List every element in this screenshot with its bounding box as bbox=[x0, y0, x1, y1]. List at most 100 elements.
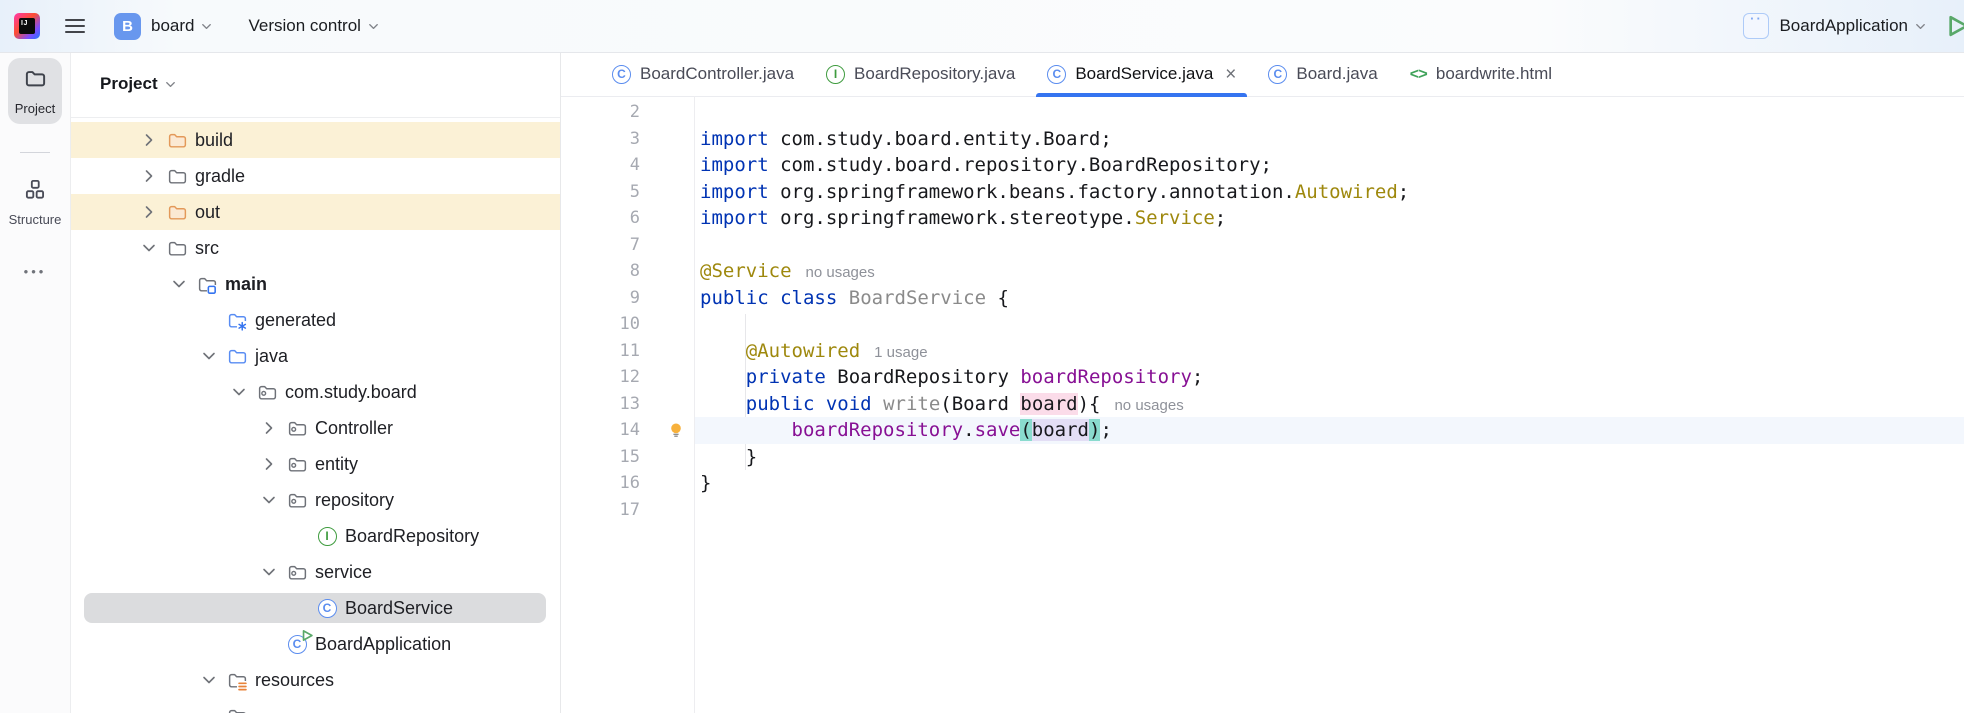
tab-close-icon[interactable]: × bbox=[1225, 65, 1236, 84]
line-number[interactable]: 10 bbox=[560, 311, 640, 338]
line-number[interactable]: 11 bbox=[560, 338, 640, 365]
activity-bar: Project Structure ••• bbox=[0, 52, 71, 713]
chevron-down-icon[interactable] bbox=[163, 77, 178, 92]
line-number[interactable]: 5 bbox=[560, 179, 640, 206]
intention-bulb-icon[interactable] bbox=[668, 422, 684, 443]
folder-orange-icon bbox=[166, 129, 188, 151]
code-line-12[interactable]: 12 private BoardRepository boardReposito… bbox=[560, 364, 1964, 391]
tree-item-label: build bbox=[195, 130, 234, 150]
tab-BoardService.java[interactable]: C BoardService.java × bbox=[1031, 52, 1252, 97]
line-number[interactable]: 9 bbox=[560, 285, 640, 312]
vcs-menu[interactable]: Version control bbox=[248, 16, 380, 36]
tree-item-Controller[interactable]: Controller bbox=[70, 410, 560, 446]
tab-BoardRepository.java[interactable]: I BoardRepository.java bbox=[810, 52, 1031, 96]
line-number[interactable]: 16 bbox=[560, 470, 640, 497]
line-number[interactable]: 8 bbox=[560, 258, 640, 285]
line-number[interactable]: 14 bbox=[560, 417, 640, 444]
code-line-15[interactable]: 15 } bbox=[560, 444, 1964, 471]
code-text: @Service no usages bbox=[700, 260, 875, 282]
code-line-17[interactable]: 17 bbox=[560, 497, 1964, 524]
tab-Board.java[interactable]: C Board.java bbox=[1252, 52, 1393, 96]
vcs-menu-label: Version control bbox=[248, 16, 361, 35]
tree-item-resources[interactable]: resources bbox=[70, 662, 560, 698]
usage-inlay-hint[interactable]: 1 usage bbox=[874, 344, 927, 361]
code-text: import org.springframework.beans.factory… bbox=[700, 181, 1410, 203]
more-tool-windows-icon[interactable]: ••• bbox=[0, 264, 70, 279]
code-line-4[interactable]: 4 import com.study.board.repository.Board… bbox=[560, 152, 1964, 179]
usage-inlay-hint[interactable]: no usages bbox=[1114, 397, 1183, 414]
project-panel-header[interactable]: Project bbox=[100, 52, 178, 116]
tree-item-partial[interactable] bbox=[70, 698, 560, 713]
tree-item-BoardApplication[interactable]: C BoardApplication bbox=[70, 626, 560, 662]
tree-item-out[interactable]: out bbox=[70, 194, 560, 230]
tree-item-src[interactable]: src bbox=[70, 230, 560, 266]
code-text: @Autowired 1 usage bbox=[745, 340, 928, 362]
code-line-14[interactable]: 14 boardRepository.save(board); bbox=[560, 417, 1964, 444]
tree-item-label: main bbox=[225, 274, 268, 294]
sidebar-item-structure[interactable]: Structure bbox=[8, 178, 62, 227]
tree-chevron-down-icon[interactable] bbox=[259, 562, 279, 582]
project-badge-icon[interactable]: B bbox=[114, 12, 141, 40]
tab-boardwrite.html[interactable]: <> boardwrite.html bbox=[1394, 52, 1568, 96]
tree-item-service[interactable]: service bbox=[70, 554, 560, 590]
sidebar-item-project[interactable]: Project bbox=[8, 58, 62, 124]
code-line-5[interactable]: 5 import org.springframework.beans.factor… bbox=[560, 179, 1964, 206]
tree-chevron-down-icon[interactable] bbox=[199, 670, 219, 690]
code-line-7[interactable]: 7 bbox=[560, 232, 1964, 259]
folder-gray-icon bbox=[166, 237, 188, 259]
line-number[interactable]: 6 bbox=[560, 205, 640, 232]
main-toolbar: IJ B board Version control ·· BoardAppli… bbox=[0, 0, 1964, 53]
tree-item-build[interactable]: build bbox=[70, 122, 560, 158]
line-number[interactable]: 3 bbox=[560, 126, 640, 153]
tree-chevron-right-icon[interactable] bbox=[139, 166, 159, 186]
code-line-9[interactable]: 9 public class BoardService { bbox=[560, 285, 1964, 312]
project-tree: build gradle out src main generated java com.st… bbox=[70, 52, 560, 713]
tree-chevron-right-icon[interactable] bbox=[139, 202, 159, 222]
line-number[interactable]: 2 bbox=[560, 99, 640, 126]
main-menu-hamburger-icon[interactable] bbox=[59, 13, 91, 39]
code-line-16[interactable]: 16} bbox=[560, 470, 1964, 497]
tree-chevron-down-icon[interactable] bbox=[229, 382, 249, 402]
chevron-down-icon[interactable] bbox=[1913, 19, 1928, 34]
tree-chevron-right-icon[interactable] bbox=[259, 418, 279, 438]
tree-chevron-down-icon[interactable] bbox=[169, 274, 189, 294]
tree-item-com.study.board[interactable]: com.study.board bbox=[70, 374, 560, 410]
code-editor[interactable]: 2 3 import com.study.board.entity.Board; 4 i… bbox=[560, 96, 1964, 713]
line-number[interactable]: 12 bbox=[560, 364, 640, 391]
tree-chevron-down-icon[interactable] bbox=[139, 238, 159, 258]
line-number[interactable]: 13 bbox=[560, 391, 640, 418]
chevron-down-icon[interactable] bbox=[199, 19, 214, 34]
project-name[interactable]: board bbox=[151, 16, 194, 36]
folder-gray-icon bbox=[166, 165, 188, 187]
usage-inlay-hint[interactable]: no usages bbox=[806, 264, 875, 281]
tree-item-main[interactable]: main bbox=[70, 266, 560, 302]
tree-item-entity[interactable]: entity bbox=[70, 446, 560, 482]
line-number[interactable]: 15 bbox=[560, 444, 640, 471]
tree-item-java[interactable]: java bbox=[70, 338, 560, 374]
code-line-3[interactable]: 3 import com.study.board.entity.Board; bbox=[560, 126, 1964, 153]
line-number[interactable]: 17 bbox=[560, 497, 640, 524]
run-configuration-widget[interactable]: ·· BoardApplication bbox=[1743, 11, 1964, 39]
tree-item-BoardService[interactable]: C BoardService bbox=[70, 590, 560, 626]
code-line-11[interactable]: 11 @Autowired 1 usage bbox=[560, 338, 1964, 365]
tree-chevron-right-icon[interactable] bbox=[259, 454, 279, 474]
code-text: boardRepository.save(board); bbox=[791, 419, 1112, 441]
code-line-6[interactable]: 6 import org.springframework.stereotype.S… bbox=[560, 205, 1964, 232]
tree-item-generated[interactable]: generated bbox=[70, 302, 560, 338]
tab-BoardController.java[interactable]: C BoardController.java bbox=[596, 52, 810, 96]
tree-item-repository[interactable]: repository bbox=[70, 482, 560, 518]
code-line-8[interactable]: 8 @Service no usages bbox=[560, 258, 1964, 285]
line-number[interactable]: 7 bbox=[560, 232, 640, 259]
tree-item-gradle[interactable]: gradle bbox=[70, 158, 560, 194]
run-config-name[interactable]: BoardApplication bbox=[1779, 16, 1908, 36]
tree-chevron-down-icon[interactable] bbox=[259, 490, 279, 510]
code-line-10[interactable]: 10 bbox=[560, 311, 1964, 338]
tree-chevron-right-icon[interactable] bbox=[139, 130, 159, 150]
tree-chevron-down-icon[interactable] bbox=[199, 346, 219, 366]
tab-label: Board.java bbox=[1296, 64, 1378, 83]
line-number[interactable]: 4 bbox=[560, 152, 640, 179]
code-line-2[interactable]: 2 bbox=[560, 99, 1964, 126]
code-line-13[interactable]: 13 public void write(Board board){no usa… bbox=[560, 391, 1964, 418]
run-play-icon[interactable] bbox=[1946, 14, 1964, 38]
tree-item-BoardRepository[interactable]: I BoardRepository bbox=[70, 518, 560, 554]
